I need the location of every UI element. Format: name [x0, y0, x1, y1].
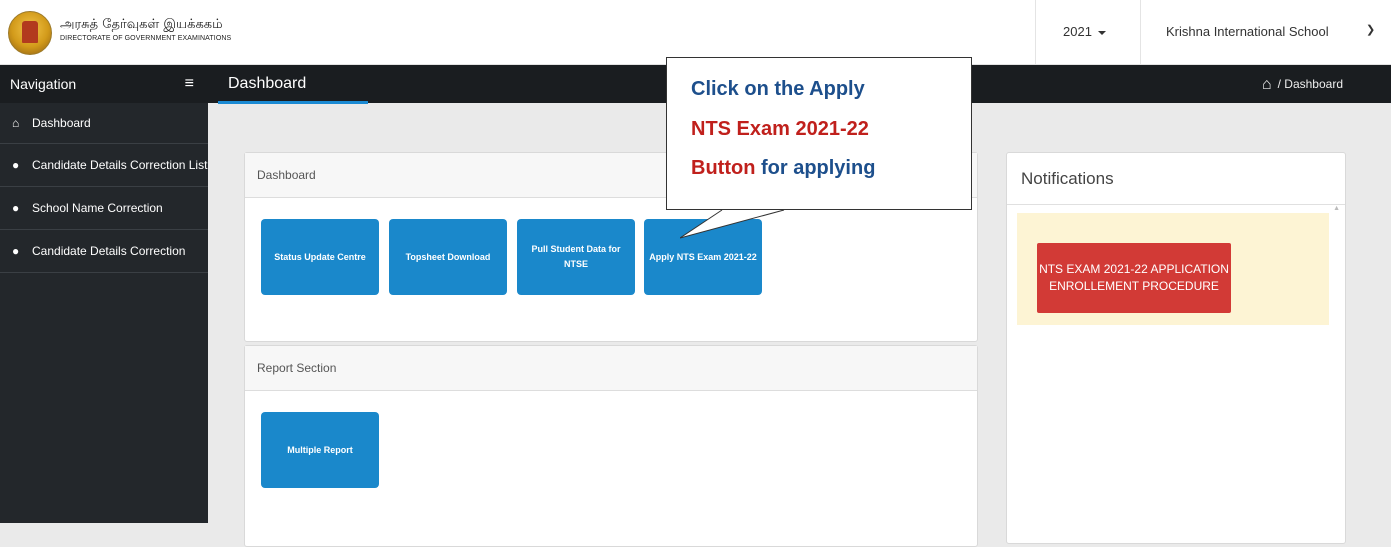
- home-icon: ⌂: [12, 116, 20, 130]
- topsheet-download-button[interactable]: Topsheet Download: [389, 219, 507, 295]
- callout-line-3: Button for applying: [691, 157, 875, 180]
- sidebar-item-label: Dashboard: [32, 116, 91, 130]
- sidebar-item-candidate-details-correction[interactable]: ● Candidate Details Correction: [0, 230, 208, 273]
- sidebar-header: Navigation ≡: [0, 65, 208, 103]
- page-title: Dashboard: [228, 75, 307, 92]
- breadcrumb-current: Dashboard: [1284, 77, 1343, 91]
- sidebar: Navigation ≡ ⌂ Dashboard ● Candidate Detai…: [0, 65, 208, 523]
- school-select[interactable]: Krishna International School: [1166, 24, 1329, 39]
- callout-button-word: Button: [691, 157, 756, 179]
- tn-emblem-logo: [8, 11, 52, 55]
- divider: [1007, 204, 1345, 205]
- sidebar-item-label: School Name Correction: [32, 201, 163, 215]
- callout-pointer: [680, 209, 785, 239]
- pull-student-data-button[interactable]: Pull Student Data for NTSE: [517, 219, 635, 295]
- breadcrumb-separator: /: [1277, 77, 1281, 91]
- instruction-callout: Click on the Apply NTS Exam 2021-22 Butt…: [666, 57, 972, 210]
- org-name-tamil: அரசுத் தேர்வுகள் இயக்ககம்: [60, 17, 223, 32]
- divider: [1140, 0, 1141, 64]
- user-icon: ●: [12, 158, 20, 172]
- scroll-up-icon[interactable]: ▲: [1333, 205, 1340, 212]
- report-section-panel: Report Section Multiple Report: [244, 345, 978, 547]
- nts-enrollment-procedure-button[interactable]: NTS EXAM 2021-22 APPLICATION ENROLLEMENT…: [1037, 243, 1231, 313]
- panel-title: Report Section: [245, 346, 977, 391]
- chevron-down-icon[interactable]: ❯: [1366, 23, 1375, 36]
- year-select[interactable]: 2021: [1063, 24, 1106, 39]
- breadcrumb: ⌂ / Dashboard: [1262, 76, 1343, 94]
- callout-for-applying: for applying: [755, 157, 876, 179]
- caret-down-icon: [1097, 30, 1106, 35]
- callout-line-1: Click on the Apply: [691, 78, 865, 100]
- active-tab-indicator: [218, 101, 368, 104]
- notifications-title: Notifications: [1021, 169, 1114, 188]
- notifications-panel: Notifications ▲ NTS EXAM 2021-22 APPLICA…: [1006, 152, 1346, 544]
- divider: [1035, 0, 1036, 64]
- sidebar-item-label: Candidate Details Correction List: [32, 158, 208, 172]
- sidebar-item-label: Candidate Details Correction: [32, 244, 186, 258]
- sidebar-item-candidate-details-correction-list[interactable]: ● Candidate Details Correction List: [0, 144, 208, 187]
- year-select-value: 2021: [1063, 24, 1092, 39]
- org-name-english: DIRECTORATE OF GOVERNMENT EXAMINATIONS: [60, 35, 232, 42]
- sidebar-item-dashboard[interactable]: ⌂ Dashboard: [0, 103, 208, 144]
- sidebar-item-school-name-correction[interactable]: ● School Name Correction: [0, 187, 208, 230]
- top-bar: அரசுத் தேர்வுகள் இயக்ககம் DIRECTORATE OF…: [0, 0, 1391, 65]
- home-icon[interactable]: ⌂: [1262, 76, 1272, 93]
- notification-item: NTS EXAM 2021-22 APPLICATION ENROLLEMENT…: [1017, 213, 1329, 325]
- sidebar-heading: Navigation: [10, 76, 77, 92]
- callout-line-2: NTS Exam 2021-22: [691, 118, 869, 140]
- status-update-centre-button[interactable]: Status Update Centre: [261, 219, 379, 295]
- user-icon: ●: [12, 244, 20, 258]
- user-icon: ●: [12, 201, 20, 215]
- multiple-report-button[interactable]: Multiple Report: [261, 412, 379, 488]
- hamburger-menu-icon[interactable]: ≡: [185, 65, 194, 103]
